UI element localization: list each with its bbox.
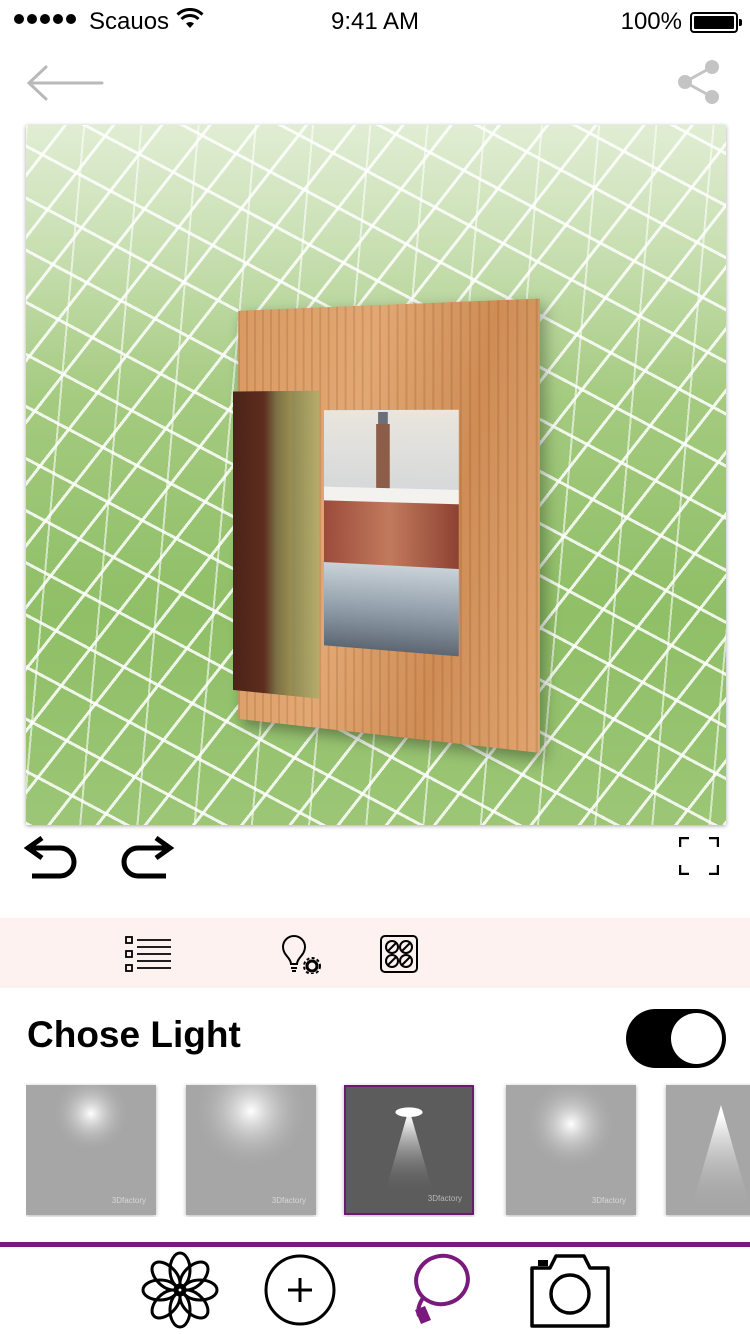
texture-grid-icon[interactable] bbox=[376, 934, 424, 974]
section-title: Chose Light bbox=[27, 1014, 241, 1055]
thumb-caption: 3Dfactory bbox=[271, 1196, 306, 1205]
lasso-icon[interactable] bbox=[405, 1250, 471, 1330]
fullscreen-button[interactable] bbox=[679, 837, 719, 875]
thumb-caption: 3Dfactory bbox=[111, 1196, 146, 1205]
light-option-2[interactable]: 3Dfactory bbox=[186, 1085, 316, 1215]
thumb-caption: 3Dfactory bbox=[591, 1196, 626, 1205]
light-option-3[interactable]: 3Dfactory bbox=[344, 1085, 474, 1215]
light-option-1[interactable]: 3Dfactory bbox=[26, 1085, 156, 1215]
list-icon[interactable] bbox=[124, 934, 172, 974]
3d-preview-viewport[interactable] bbox=[26, 125, 726, 825]
painting-image bbox=[323, 409, 459, 657]
tab-bar-divider bbox=[0, 1242, 750, 1247]
picture-frame-model[interactable] bbox=[233, 298, 540, 753]
toggle-knob bbox=[671, 1013, 722, 1064]
battery-percent: 100% bbox=[620, 8, 682, 35]
light-option-5[interactable] bbox=[666, 1085, 750, 1215]
redo-button[interactable] bbox=[120, 836, 174, 880]
camera-icon[interactable] bbox=[528, 1250, 612, 1330]
lightbulb-settings-icon[interactable] bbox=[278, 934, 326, 974]
flower-icon[interactable] bbox=[140, 1250, 220, 1330]
status-bar: Scauos 9:41 AM 100% bbox=[0, 0, 750, 44]
battery-icon bbox=[690, 12, 742, 33]
back-button[interactable] bbox=[24, 62, 106, 104]
light-option-4[interactable]: 3Dfactory bbox=[506, 1085, 636, 1215]
light-toggle[interactable] bbox=[626, 1009, 726, 1068]
tool-bar bbox=[0, 918, 750, 988]
thumb-caption: 3Dfactory bbox=[427, 1194, 462, 1203]
add-circle-icon[interactable] bbox=[263, 1250, 337, 1330]
light-options-list: 3Dfactory 3Dfactory 3Dfactory 3Dfactory bbox=[26, 1083, 750, 1217]
undo-button[interactable] bbox=[24, 836, 78, 880]
share-button[interactable] bbox=[676, 58, 722, 106]
